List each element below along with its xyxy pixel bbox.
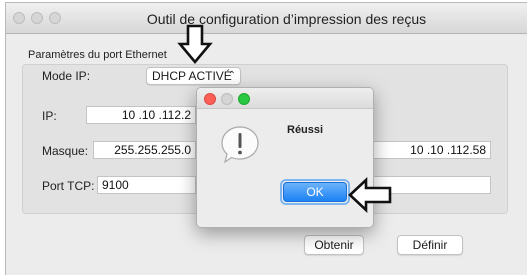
mode-ip-value: DHCP ACTIVÉ bbox=[152, 69, 232, 83]
mode-ip-label: Mode IP: bbox=[42, 69, 91, 83]
tcp-port-input[interactable]: 9100 bbox=[97, 176, 196, 194]
dialog-message: Réussi bbox=[287, 124, 324, 136]
select-chevron-icon: ⌃ bbox=[227, 70, 236, 81]
obtain-button[interactable]: Obtenir bbox=[304, 235, 364, 255]
ip-input[interactable]: 10 .10 .112.2 bbox=[86, 106, 196, 124]
define-button[interactable]: Définir bbox=[397, 235, 463, 255]
dialog-close-button[interactable] bbox=[204, 93, 216, 105]
dialog-title-bar bbox=[197, 88, 373, 109]
mode-ip-select[interactable]: DHCP ACTIVÉ ⌃ bbox=[146, 67, 241, 85]
gateway-input[interactable]: 10 .10 .112.58 bbox=[373, 141, 491, 159]
ethernet-section-label: Paramètres du port Ethernet bbox=[28, 49, 167, 61]
ip-label: IP: bbox=[42, 109, 57, 123]
alert-speech-bubble-icon bbox=[221, 126, 259, 164]
mask-input[interactable]: 255.255.255.0 bbox=[93, 141, 196, 159]
annotation-arrow-left-icon bbox=[348, 177, 392, 213]
dialog-minimize-button[interactable] bbox=[221, 93, 233, 105]
ok-button[interactable]: OK bbox=[283, 182, 347, 202]
dialog-zoom-button[interactable] bbox=[238, 93, 250, 105]
window-title: Outil de configuration d’impression des … bbox=[146, 11, 427, 27]
tcp-port-label: Port TCP: bbox=[42, 179, 95, 193]
annotation-arrow-down-icon bbox=[177, 24, 213, 65]
title-bar: Outil de configuration d’impression des … bbox=[6, 3, 527, 34]
mask-label: Masque: bbox=[42, 144, 89, 158]
